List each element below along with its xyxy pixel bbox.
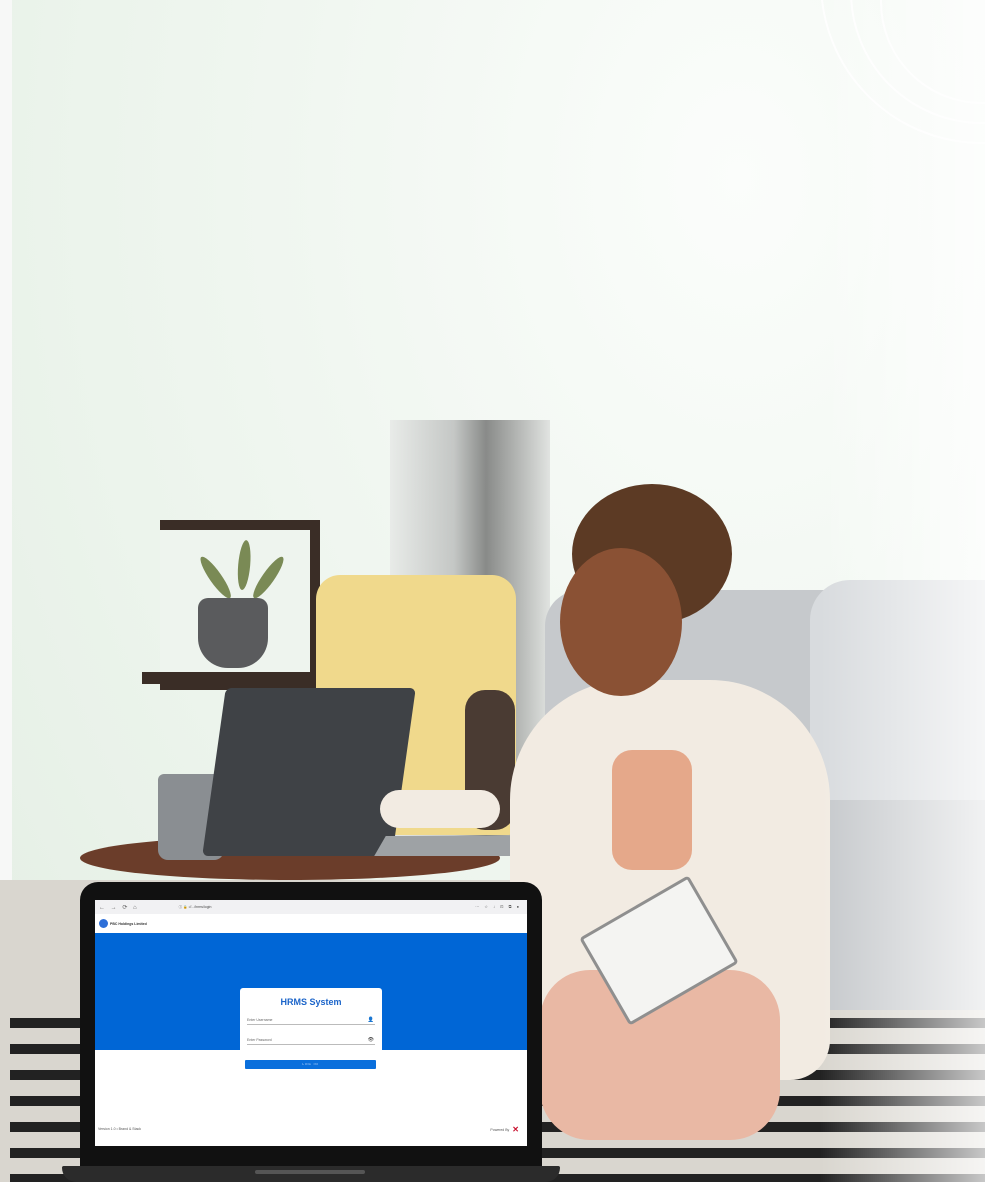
login-title: HRMS System (280, 997, 342, 1007)
laptop-screen: ← → ⟳ ⌂ ⓘ 🔒 ://.../hrms/login ⋯ ☆ ↓ ⊡ ⧉ … (95, 900, 527, 1146)
company-logo-icon[interactable] (99, 919, 108, 928)
username-field[interactable]: Enter Username 👤 (247, 1016, 375, 1025)
laptop-notch (255, 1170, 365, 1174)
login-card: HRMS System Enter Username 👤 Enter Passw… (240, 988, 382, 1068)
password-field[interactable]: Enter Password 👁 (247, 1036, 375, 1045)
person-arm (380, 790, 500, 828)
vendor-logo-icon[interactable]: ✕ (512, 1125, 519, 1134)
window-sill (142, 672, 322, 684)
company-name[interactable]: PBC Holdings Limited (110, 922, 147, 926)
site-header: PBC Holdings Limited (95, 914, 527, 933)
user-icon: 👤 (367, 1017, 374, 1023)
person-face (560, 548, 682, 696)
laptop-base (62, 1166, 560, 1182)
browser-toolbar: ← → ⟳ ⌂ ⓘ 🔒 ://.../hrms/login ⋯ ☆ ↓ ⊡ ⧉ … (95, 900, 527, 914)
photo-scene: ← → ⟳ ⌂ ⓘ 🔒 ://.../hrms/login ⋯ ☆ ↓ ⊡ ⧉ … (0, 0, 985, 1182)
footer-version: Version 1.0 • Brand & Stack (98, 1127, 142, 1131)
background-laptop-lid (202, 688, 416, 856)
powered-by-label: Powered By (490, 1127, 510, 1132)
username-placeholder: Enter Username (247, 1018, 273, 1022)
plant-pot (198, 598, 268, 668)
browser-nav-icons[interactable]: ← → ⟳ ⌂ (99, 904, 139, 911)
right-fade (820, 0, 985, 1182)
eye-icon[interactable]: 👁 (368, 1036, 374, 1044)
password-placeholder: Enter Password (247, 1038, 272, 1042)
login-button[interactable]: LOG IN (245, 1060, 376, 1069)
browser-toolbar-icons[interactable]: ⋯ ☆ ↓ ⊡ ⧉ ● (475, 904, 521, 909)
address-bar[interactable]: ⓘ 🔒 ://.../hrms/login (179, 905, 212, 910)
person-top (612, 750, 692, 870)
footer-powered-by: Powered By ✕ (490, 1125, 519, 1134)
